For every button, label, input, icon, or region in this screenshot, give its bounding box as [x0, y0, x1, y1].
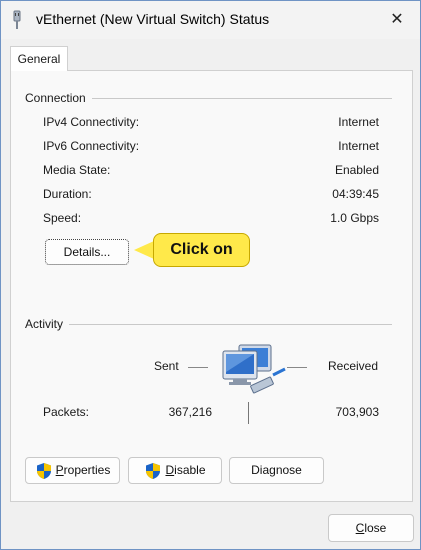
media-state-label: Media State:: [43, 163, 111, 177]
disable-button[interactable]: Disable: [128, 457, 222, 484]
tab-general[interactable]: General: [10, 46, 68, 71]
activity-divider: [25, 324, 392, 325]
received-label: Received: [328, 359, 379, 373]
connection-heading: Connection: [25, 91, 92, 105]
ipv4-value: Internet: [338, 115, 379, 129]
network-adapter-icon: [11, 10, 23, 30]
media-state-value: Enabled: [334, 163, 379, 177]
callout-arrow: [134, 241, 154, 259]
title-bar[interactable]: vEthernet (New Virtual Switch) Status ✕: [1, 1, 420, 39]
details-button[interactable]: Details...: [45, 239, 129, 265]
duration-label: Duration:: [43, 187, 92, 201]
packets-separator: [248, 402, 249, 424]
close-icon[interactable]: ✕: [381, 7, 413, 33]
uac-shield-icon: [35, 462, 53, 480]
network-computers-icon: [221, 339, 291, 397]
window-title: vEthernet (New Virtual Switch) Status: [36, 11, 270, 27]
status-dialog: vEthernet (New Virtual Switch) Status ✕ …: [0, 0, 421, 550]
speed-label: Speed:: [43, 211, 82, 225]
sent-label: Sent: [154, 359, 179, 373]
close-button[interactable]: Close: [328, 514, 414, 542]
diagnose-button[interactable]: Diagnose: [229, 457, 324, 484]
duration-value: 04:39:45: [332, 187, 379, 201]
disable-label: isable: [174, 463, 206, 477]
packets-label: Packets:: [43, 405, 90, 419]
click-on-callout: Click on: [153, 233, 250, 267]
properties-button[interactable]: Properties: [25, 457, 120, 484]
speed-value: 1.0 Gbps: [330, 211, 379, 225]
uac-shield-icon: [144, 462, 162, 480]
sent-line: [188, 367, 208, 368]
ipv4-label: IPv4 Connectivity:: [43, 115, 140, 129]
packets-received-value: 703,903: [335, 405, 379, 419]
activity-heading: Activity: [25, 317, 70, 331]
ipv6-label: IPv6 Connectivity:: [43, 139, 140, 153]
close-label: lose: [364, 521, 387, 535]
properties-accel: P: [55, 463, 64, 477]
received-line: [287, 367, 307, 368]
disable-accel: D: [165, 463, 175, 477]
packets-sent-value: 367,216: [168, 405, 212, 419]
general-panel: [10, 70, 413, 502]
ipv6-value: Internet: [338, 139, 379, 153]
properties-label: roperties: [63, 463, 111, 477]
